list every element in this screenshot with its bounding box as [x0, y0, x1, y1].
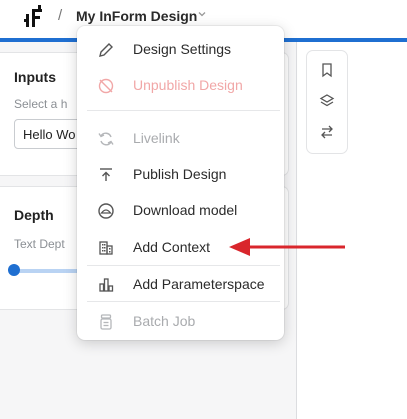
menu-item-label: Livelink	[133, 130, 180, 146]
menu-item-label: Add Context	[133, 239, 211, 255]
menu-item-label: Download model	[133, 202, 238, 218]
pencil-icon	[99, 43, 113, 57]
menu-item-label: Design Settings	[133, 41, 232, 57]
buildings-icon	[99, 241, 113, 255]
menu-item-label: Batch Job	[133, 313, 196, 329]
menu-item-download-model[interactable]: Download model	[77, 193, 284, 227]
unpublish-icon	[98, 78, 114, 94]
design-dropdown-menu: Design Settings Unpublish Design Livelin…	[77, 26, 284, 340]
pane-divider[interactable]	[296, 42, 297, 419]
chevron-down-icon[interactable]	[197, 9, 207, 19]
menu-item-unpublish-design[interactable]: Unpublish Design	[77, 68, 284, 102]
breadcrumb-separator: /	[58, 7, 63, 24]
annotation-arrow-icon	[229, 238, 345, 256]
inform-logo-icon[interactable]	[24, 5, 46, 29]
menu-item-label: Unpublish Design	[133, 77, 243, 93]
menu-separator	[87, 110, 280, 111]
depth-panel-subtitle: Text Dept	[14, 237, 65, 251]
menu-item-design-settings[interactable]: Design Settings	[77, 32, 284, 66]
depth-slider-thumb[interactable]	[8, 264, 20, 276]
menu-item-label: Add Parameterspace	[133, 276, 265, 292]
menu-item-batch-job[interactable]: Batch Job	[77, 304, 284, 338]
design-title[interactable]: My InForm Design	[76, 8, 197, 24]
viewport-toolbar	[306, 50, 348, 154]
menu-item-livelink[interactable]: Livelink	[77, 121, 284, 155]
depth-panel-title: Depth	[14, 207, 54, 223]
upload-icon	[100, 168, 112, 181]
bookmark-icon[interactable]	[319, 62, 335, 78]
menu-separator	[87, 265, 280, 266]
inputs-panel-subtitle: Select a h	[14, 97, 68, 111]
sync-icon	[98, 132, 114, 146]
menu-item-add-parameterspace[interactable]: Add Parameterspace	[77, 267, 284, 301]
menu-separator	[87, 301, 280, 302]
menu-item-publish-design[interactable]: Publish Design	[77, 157, 284, 191]
menu-item-label: Publish Design	[133, 166, 227, 182]
download-cloud-icon	[98, 203, 114, 219]
swap-icon[interactable]	[319, 124, 335, 140]
inputs-panel-title: Inputs	[14, 69, 56, 85]
batch-icon	[100, 314, 112, 330]
layers-icon[interactable]	[319, 93, 335, 109]
bar-chart-icon	[99, 278, 114, 292]
